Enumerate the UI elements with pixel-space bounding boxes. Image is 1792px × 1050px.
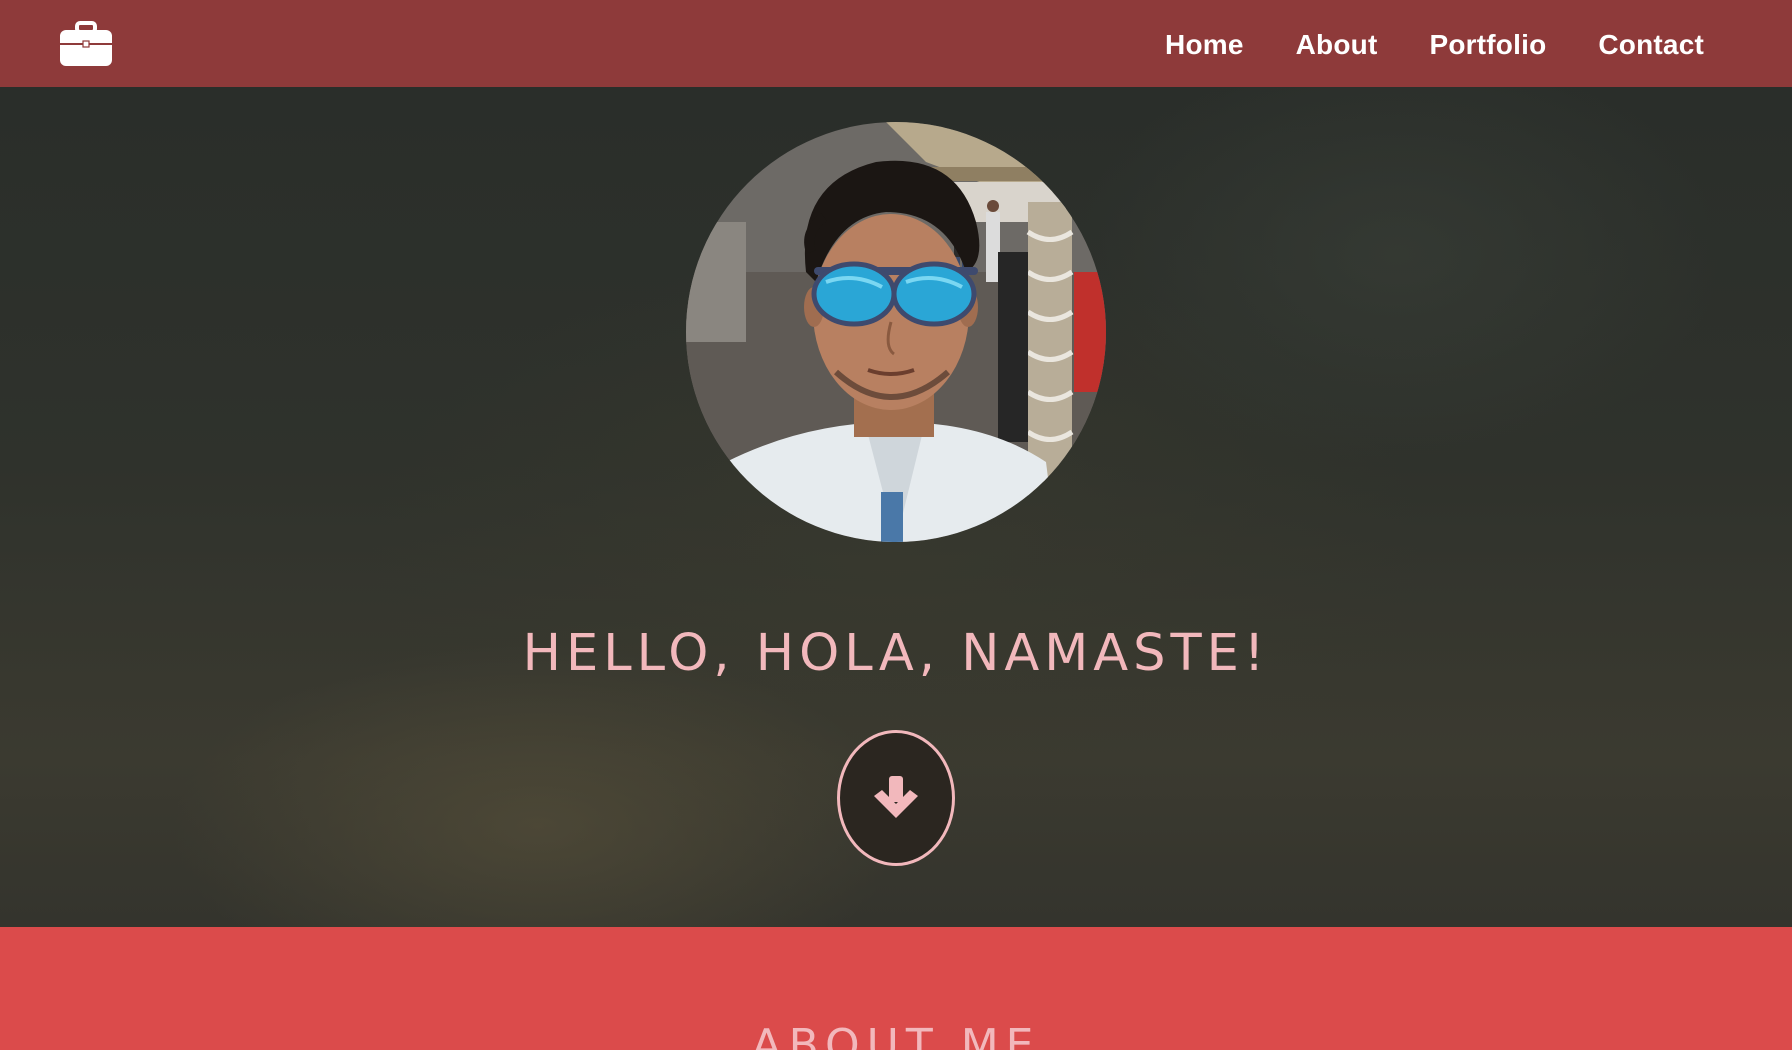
arrow-down-icon bbox=[874, 776, 918, 818]
hero-section: HELLO, HOLA, NAMASTE! bbox=[0, 87, 1792, 927]
nav-links: Home About Portfolio Contact bbox=[1165, 27, 1704, 61]
about-section: ABOUT ME bbox=[0, 927, 1792, 1050]
nav-link-about[interactable]: About bbox=[1296, 27, 1378, 61]
hero-greeting: HELLO, HOLA, NAMASTE! bbox=[522, 624, 1270, 683]
top-navbar: Home About Portfolio Contact bbox=[0, 0, 1792, 87]
nav-link-portfolio[interactable]: Portfolio bbox=[1429, 27, 1546, 61]
nav-link-home[interactable]: Home bbox=[1165, 27, 1244, 61]
nav-link-contact[interactable]: Contact bbox=[1598, 27, 1704, 61]
about-heading: ABOUT ME bbox=[751, 1020, 1041, 1050]
briefcase-icon[interactable] bbox=[59, 20, 113, 67]
scroll-down-button[interactable] bbox=[837, 730, 955, 866]
avatar bbox=[686, 122, 1106, 542]
